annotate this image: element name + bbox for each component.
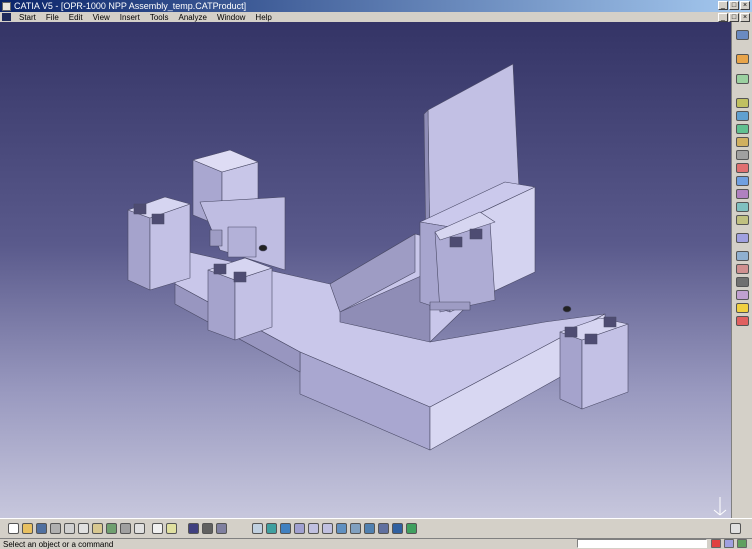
zoom-out-icon[interactable] <box>322 523 333 534</box>
swap-icon[interactable] <box>406 523 417 534</box>
component-icon[interactable] <box>736 111 749 121</box>
doc-minimize-button[interactable]: _ <box>718 13 728 22</box>
close-button[interactable]: × <box>740 1 750 10</box>
left-tower-slot-2 <box>151 213 165 225</box>
command-input[interactable] <box>577 539 707 548</box>
menu-insert[interactable]: Insert <box>115 13 145 22</box>
stop-icon[interactable] <box>711 539 721 548</box>
right-tower-slot-3 <box>603 316 617 328</box>
catia-app-icon <box>2 1 11 11</box>
save-icon[interactable] <box>36 523 47 534</box>
view-mode-icon[interactable] <box>188 523 199 534</box>
right-tower-front <box>559 331 583 410</box>
redo-icon[interactable] <box>120 523 131 534</box>
document-icon[interactable] <box>2 13 11 21</box>
3d-viewport[interactable] <box>0 22 731 518</box>
menu-window[interactable]: Window <box>212 13 250 22</box>
catia-window: CATIA V5 - [OPR-1000 NPP Assembly_temp.C… <box>0 0 752 549</box>
bottom-toolbar <box>0 518 752 538</box>
pan-icon[interactable] <box>280 523 291 534</box>
replace-icon[interactable] <box>736 150 749 160</box>
resize-grip-icon <box>737 539 747 548</box>
fly-icon[interactable] <box>252 523 263 534</box>
normal-view-icon[interactable] <box>336 523 347 534</box>
scene-icon[interactable] <box>736 316 749 326</box>
left-tower-front <box>127 209 151 291</box>
print-icon[interactable] <box>50 523 61 534</box>
window-title: CATIA V5 - [OPR-1000 NPP Assembly_temp.C… <box>14 1 247 11</box>
small-bracket-2 <box>227 226 257 258</box>
section-icon[interactable] <box>736 277 749 287</box>
lightbulb-icon[interactable] <box>736 303 749 313</box>
constraints-icon[interactable] <box>736 233 749 243</box>
zoom-in-icon[interactable] <box>308 523 319 534</box>
product-icon[interactable] <box>736 98 749 108</box>
snap-icon[interactable] <box>736 74 749 84</box>
new-icon[interactable] <box>8 523 19 534</box>
copy-icon[interactable] <box>78 523 89 534</box>
middle-tower-front <box>207 269 236 341</box>
cut-icon[interactable] <box>64 523 75 534</box>
right-toolbar <box>731 22 752 518</box>
right-tower-slot <box>564 326 578 338</box>
middle-tower-slot <box>213 263 227 275</box>
menu-analyze[interactable]: Analyze <box>174 13 212 22</box>
status-message: Select an object or a command <box>3 540 114 549</box>
paste-icon[interactable] <box>92 523 103 534</box>
existing-component-icon[interactable] <box>736 137 749 147</box>
menu-file[interactable]: File <box>41 13 64 22</box>
menu-help[interactable]: Help <box>250 13 276 22</box>
open-icon[interactable] <box>22 523 33 534</box>
hide-show-icon[interactable] <box>216 523 227 534</box>
doc-restore-button[interactable]: □ <box>729 13 739 22</box>
menu-tools[interactable]: Tools <box>145 13 174 22</box>
menu-start[interactable]: Start <box>14 13 41 22</box>
assembly-model[interactable] <box>0 22 731 518</box>
graph-tree-icon[interactable] <box>736 163 749 173</box>
plate-foot <box>429 301 471 311</box>
menu-edit[interactable]: Edit <box>64 13 88 22</box>
bolt-marker-2 <box>562 305 572 313</box>
formula-icon[interactable] <box>152 523 163 534</box>
workbench-icon[interactable] <box>736 30 749 40</box>
command-history-icon[interactable] <box>724 539 734 548</box>
bolt-marker <box>258 244 268 252</box>
generate-numbering-icon[interactable] <box>736 176 749 186</box>
hide-icon[interactable] <box>392 523 403 534</box>
comment-icon[interactable] <box>166 523 177 534</box>
sketch-icon[interactable] <box>730 523 741 534</box>
rotate-icon[interactable] <box>294 523 305 534</box>
center-tower-slot <box>449 236 463 248</box>
undo-icon[interactable] <box>106 523 117 534</box>
right-tower-slot-2 <box>584 333 598 345</box>
center-tower-slot-2 <box>469 228 483 240</box>
title-bar: CATIA V5 - [OPR-1000 NPP Assembly_temp.C… <box>0 0 752 12</box>
render-icon[interactable] <box>202 523 213 534</box>
bill-of-material-icon[interactable] <box>736 251 749 261</box>
iso-view-icon[interactable] <box>350 523 361 534</box>
menu-bar: Start File Edit View Insert Tools Analyz… <box>0 12 752 22</box>
menu-view[interactable]: View <box>88 13 115 22</box>
shading-icon[interactable] <box>378 523 389 534</box>
part-icon[interactable] <box>736 124 749 134</box>
multi-view-icon[interactable] <box>364 523 375 534</box>
minimize-button[interactable]: _ <box>718 1 728 10</box>
fit-all-icon[interactable] <box>266 523 277 534</box>
small-bracket <box>209 229 223 247</box>
help-icon[interactable] <box>134 523 145 534</box>
middle-tower-slot-2 <box>233 271 247 283</box>
maximize-button[interactable]: □ <box>729 1 739 10</box>
left-tower-slot <box>133 203 147 215</box>
fast-instantiation-icon[interactable] <box>736 215 749 225</box>
reorder-icon[interactable] <box>736 189 749 199</box>
clash-icon[interactable] <box>736 264 749 274</box>
multi-instantiation-icon[interactable] <box>736 202 749 212</box>
measure-icon[interactable] <box>736 290 749 300</box>
doc-close-button[interactable]: × <box>740 13 750 22</box>
select-icon[interactable] <box>736 54 749 64</box>
